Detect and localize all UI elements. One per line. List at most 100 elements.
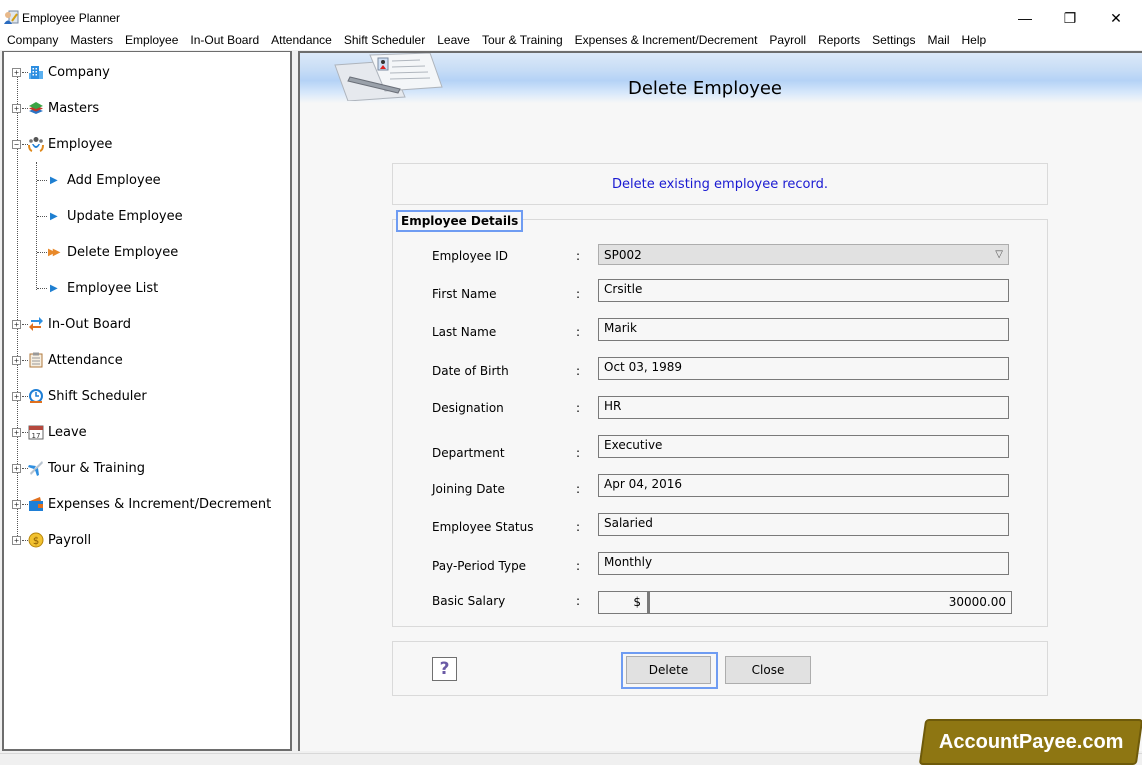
first-name-field[interactable]: Crsitle: [598, 279, 1009, 302]
designation-row: Designation : HR: [432, 396, 1012, 420]
menu-leave[interactable]: Leave: [432, 33, 475, 47]
tree-node-masters[interactable]: + Masters: [4, 98, 284, 118]
help-button[interactable]: ?: [432, 657, 457, 681]
menu-expenses[interactable]: Expenses & Increment/Decrement: [570, 33, 763, 47]
employee-status-row: Employee Status : Salaried: [432, 513, 1012, 537]
expand-icon[interactable]: +: [12, 103, 21, 113]
employee-status-field[interactable]: Salaried: [598, 513, 1009, 536]
first-name-label: First Name: [432, 287, 497, 301]
navigation-tree: + Company + Masters − Employee ▶ Add Emp…: [2, 51, 292, 751]
page-header: Delete Employee: [300, 53, 1142, 103]
main-panel: Delete Employee Delete existing employee…: [298, 51, 1142, 751]
restore-button[interactable]: ❐: [1047, 6, 1093, 30]
arrow-right-icon: ▶: [50, 174, 58, 186]
tree-node-in-out-board[interactable]: + In-Out Board: [4, 314, 284, 334]
expand-icon[interactable]: +: [12, 391, 21, 401]
employee-id-value: SP002: [604, 247, 642, 262]
tree-node-label: Shift Scheduler: [48, 388, 147, 404]
joining-date-row: Joining Date : Apr 04, 2016: [432, 474, 1012, 498]
tree-node-payroll[interactable]: + $ Payroll: [4, 530, 284, 550]
delete-button[interactable]: Delete: [626, 656, 711, 684]
tree-node-expenses[interactable]: + Expenses & Increment/Decrement: [4, 494, 284, 514]
basic-salary-label: Basic Salary: [432, 594, 506, 608]
menu-payroll[interactable]: Payroll: [764, 33, 811, 47]
tree-item-label: Update Employee: [67, 208, 183, 224]
menu-company[interactable]: Company: [2, 33, 63, 47]
layers-icon: [28, 100, 44, 116]
joining-date-label: Joining Date: [432, 482, 505, 496]
expand-icon[interactable]: +: [12, 427, 21, 437]
dob-row: Date of Birth : Oct 03, 1989: [432, 357, 1012, 381]
tree-node-shift-scheduler[interactable]: + Shift Scheduler: [4, 386, 284, 406]
basic-salary-row: Basic Salary : $ 30000.00: [432, 591, 1012, 615]
dob-label: Date of Birth: [432, 364, 509, 378]
menu-reports[interactable]: Reports: [813, 33, 865, 47]
tree-item-label: Delete Employee: [67, 244, 179, 260]
calendar-icon: 17: [28, 424, 44, 440]
basic-salary-field[interactable]: 30000.00: [648, 591, 1012, 614]
menu-masters[interactable]: Masters: [65, 33, 118, 47]
expand-icon[interactable]: +: [12, 535, 21, 545]
pay-period-field[interactable]: Monthly: [598, 552, 1009, 575]
expand-icon[interactable]: +: [12, 319, 21, 329]
menu-attendance[interactable]: Attendance: [266, 33, 337, 47]
watermark-badge: AccountPayee.com: [918, 719, 1142, 765]
expand-icon[interactable]: +: [12, 355, 21, 365]
menu-help[interactable]: Help: [957, 33, 992, 47]
tree-item-delete-employee[interactable]: ▶▶ Delete Employee: [4, 242, 284, 262]
minimize-button[interactable]: —: [1002, 6, 1048, 30]
designation-field[interactable]: HR: [598, 396, 1009, 419]
clock-icon: [28, 388, 44, 404]
tree-node-label: Leave: [48, 424, 87, 440]
double-arrow-right-icon: ▶▶: [48, 246, 61, 258]
tree-item-update-employee[interactable]: ▶ Update Employee: [4, 206, 284, 226]
dob-field[interactable]: Oct 03, 1989: [598, 357, 1009, 380]
menu-settings[interactable]: Settings: [867, 33, 920, 47]
tree-node-employee[interactable]: − Employee: [4, 134, 284, 154]
tree-node-label: In-Out Board: [48, 316, 132, 332]
joining-date-field[interactable]: Apr 04, 2016: [598, 474, 1009, 497]
tree-node-leave[interactable]: + 17 Leave: [4, 422, 284, 442]
tree-item-add-employee[interactable]: ▶ Add Employee: [4, 170, 284, 190]
tree-node-tour-training[interactable]: + Tour & Training: [4, 458, 284, 478]
colon: :: [576, 520, 581, 534]
tree-node-attendance[interactable]: + Attendance: [4, 350, 284, 370]
app-icon: [4, 10, 19, 24]
menu-in-out-board[interactable]: In-Out Board: [185, 33, 264, 47]
action-panel: [392, 641, 1048, 696]
in-out-arrows-icon: [28, 316, 44, 332]
employee-group-icon: [28, 136, 44, 152]
colon: :: [576, 401, 581, 415]
close-window-button[interactable]: ✕: [1093, 6, 1139, 30]
expand-icon[interactable]: +: [12, 67, 21, 77]
collapse-icon[interactable]: −: [12, 139, 21, 149]
colon: :: [576, 287, 581, 301]
menu-bar: Company Masters Employee In-Out Board At…: [0, 30, 1142, 50]
employee-id-select[interactable]: SP002 ▽: [598, 244, 1009, 265]
tree-item-employee-list[interactable]: ▶ Employee List: [4, 278, 284, 298]
tree-node-company[interactable]: + Company: [4, 62, 284, 82]
section-title: Employee Details: [396, 210, 524, 232]
airplane-icon: [28, 460, 44, 476]
tree-node-label: Masters: [48, 100, 100, 116]
watermark-text: AccountPayee.com: [938, 730, 1124, 753]
colon: :: [576, 482, 581, 496]
close-button[interactable]: Close: [725, 656, 811, 684]
clipboard-icon: [28, 352, 44, 368]
expand-icon[interactable]: +: [12, 499, 21, 509]
menu-shift-scheduler[interactable]: Shift Scheduler: [339, 33, 430, 47]
wallet-icon: [28, 496, 44, 512]
tree-node-label: Payroll: [48, 532, 92, 548]
colon: :: [576, 249, 581, 263]
menu-tour-training[interactable]: Tour & Training: [477, 33, 568, 47]
description-text: Delete existing employee record.: [612, 176, 828, 192]
department-field[interactable]: Executive: [598, 435, 1009, 458]
last-name-field[interactable]: Marik: [598, 318, 1009, 341]
expand-icon[interactable]: +: [12, 463, 21, 473]
colon: :: [576, 364, 581, 378]
menu-employee[interactable]: Employee: [120, 33, 183, 47]
currency-symbol: $: [598, 591, 648, 614]
dollar-coin-icon: $: [28, 532, 44, 548]
menu-mail[interactable]: Mail: [922, 33, 954, 47]
employee-id-label: Employee ID: [432, 249, 509, 263]
